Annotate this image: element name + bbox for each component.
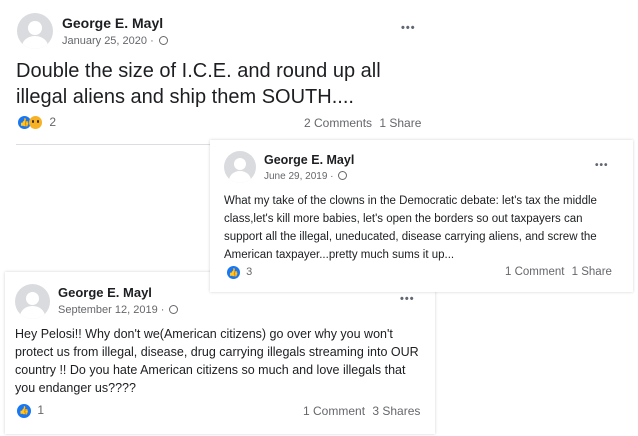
post-text: What my take of the clowns in the Democr… [224,195,597,261]
avatar[interactable] [17,13,53,49]
post-stats: 1 Comment 1 Share [505,266,612,278]
reactions[interactable]: 👍 2 [18,115,57,130]
wow-icon [29,116,42,130]
author-name[interactable]: George E. Mayl [264,153,354,167]
reaction-count: 3 [246,266,253,279]
reaction-count: 1 [37,403,45,417]
separator: · [150,35,154,47]
post-date[interactable]: June 29, 2019 [264,171,327,182]
post-card-3: George E. Mayl September 12, 2019 · ••• … [5,272,435,434]
avatar[interactable] [15,284,50,319]
globe-icon [169,305,179,314]
post-date[interactable]: January 25, 2020 [62,35,147,47]
post-meta: September 12, 2019 · [58,304,179,316]
globe-icon [158,36,168,45]
like-icon: 👍 [227,266,240,279]
comments-count[interactable]: 2 Comments [304,116,372,130]
post-text: Double the size of I.C.E. and round up a… [16,60,381,108]
post-meta: January 25, 2020 · [62,35,168,47]
author-name[interactable]: George E. Mayl [58,285,152,300]
avatar[interactable] [224,151,256,183]
post-stats: 1 Comment 3 Shares [303,404,420,418]
globe-icon [338,171,348,180]
shares-count[interactable]: 3 Shares [372,404,420,418]
comments-count[interactable]: 1 Comment [303,404,365,418]
separator: · [330,171,334,182]
more-options-icon[interactable]: ••• [400,293,415,305]
post-text: Hey Pelosi!! Why don't we(American citiz… [15,327,419,395]
author-name[interactable]: George E. Mayl [62,15,163,31]
separator: · [160,304,165,316]
reactions[interactable]: 👍 1 [17,403,44,418]
reaction-count: 2 [49,115,57,129]
more-options-icon[interactable]: ••• [595,160,609,171]
post-date[interactable]: September 12, 2019 [58,304,158,316]
shares-count[interactable]: 1 Share [572,266,612,278]
reactions[interactable]: 👍 3 [227,266,252,279]
more-options-icon[interactable]: ••• [401,22,416,34]
shares-count[interactable]: 1 Share [379,116,421,130]
post-stats: 2 Comments 1 Share [304,116,421,130]
post-meta: June 29, 2019 · [264,171,348,182]
post-card-1: George E. Mayl January 25, 2020 · ••• Do… [4,4,436,150]
post-card-2: George E. Mayl June 29, 2019 · ••• What … [210,140,633,292]
comments-count[interactable]: 1 Comment [505,266,564,278]
like-icon: 👍 [17,403,31,418]
